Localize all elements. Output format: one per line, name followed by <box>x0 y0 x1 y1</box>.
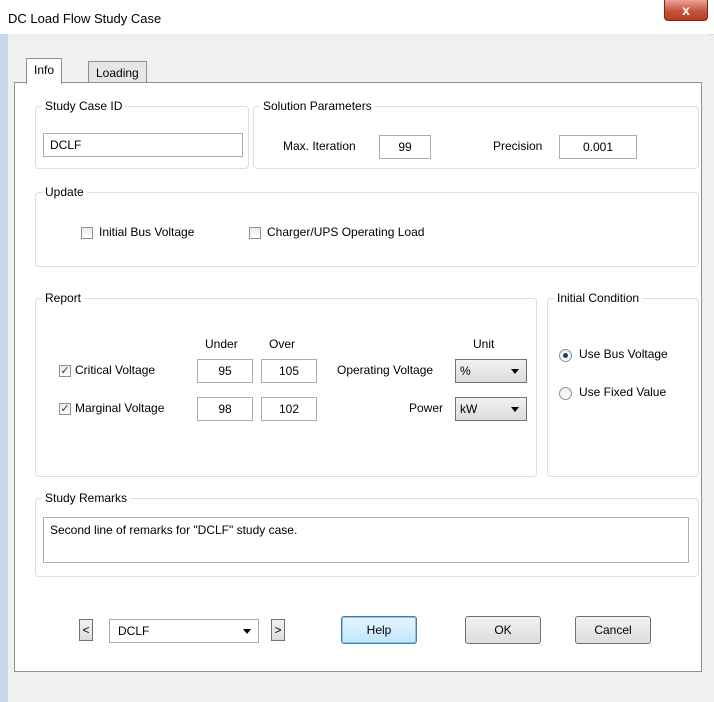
tab-loading[interactable]: Loading <box>88 61 147 84</box>
marginal-voltage-checkbox[interactable]: ✓ <box>59 403 71 415</box>
use-bus-voltage-radio[interactable] <box>559 349 572 362</box>
check-icon: ✓ <box>60 365 70 377</box>
operating-voltage-unit-value: % <box>460 364 471 378</box>
window-border <box>0 34 8 702</box>
max-iteration-input[interactable]: 99 <box>379 135 431 159</box>
power-unit-value: kW <box>460 402 478 416</box>
tab-info[interactable]: Info <box>26 58 63 84</box>
under-header: Under <box>205 337 238 351</box>
charger-ups-checkbox[interactable] <box>249 227 261 239</box>
use-bus-voltage-label: Use Bus Voltage <box>579 347 668 361</box>
title-bar: DC Load Flow Study Case x <box>0 0 714 35</box>
chevron-down-icon <box>511 369 519 374</box>
study-case-select-value: DCLF <box>118 624 150 638</box>
use-fixed-value-label: Use Fixed Value <box>579 385 667 399</box>
initial-bus-voltage-label: Initial Bus Voltage <box>99 225 195 239</box>
over-header: Over <box>269 337 296 351</box>
precision-label: Precision <box>493 139 543 153</box>
initial-condition-group: Initial Condition <box>547 291 699 477</box>
window-title: DC Load Flow Study Case <box>8 11 162 26</box>
use-fixed-value-radio[interactable] <box>559 387 572 400</box>
chevron-down-icon <box>511 407 519 412</box>
critical-voltage-label: Critical Voltage <box>75 363 156 377</box>
check-icon: ✓ <box>60 403 70 415</box>
radio-selected-dot <box>563 353 568 358</box>
marginal-over-input[interactable]: 102 <box>261 397 317 421</box>
max-iteration-label: Max. Iteration <box>283 139 356 153</box>
close-icon: x <box>682 2 690 18</box>
tab-panel-info: Study Case ID DCLF Solution Parameters M… <box>14 82 702 672</box>
operating-voltage-unit-select[interactable]: % <box>455 359 527 383</box>
marginal-under-input[interactable]: 98 <box>197 397 253 421</box>
initial-bus-voltage-checkbox[interactable] <box>81 227 93 239</box>
operating-voltage-label: Operating Voltage <box>337 363 434 377</box>
unit-header: Unit <box>473 337 495 351</box>
precision-input[interactable]: 0.001 <box>559 135 637 159</box>
study-case-id-input[interactable]: DCLF <box>43 133 243 157</box>
update-legend: Update <box>45 185 84 199</box>
cancel-button[interactable]: Cancel <box>575 616 651 644</box>
dialog-window: DC Load Flow Study Case x Info Loading S… <box>0 0 714 702</box>
study-case-id-legend: Study Case ID <box>45 99 123 113</box>
chevron-down-icon <box>243 629 251 634</box>
marginal-voltage-label: Marginal Voltage <box>75 401 165 415</box>
critical-voltage-checkbox[interactable]: ✓ <box>59 365 71 377</box>
critical-under-input[interactable]: 95 <box>197 359 253 383</box>
study-remarks-input[interactable]: Second line of remarks for "DCLF" study … <box>43 517 689 563</box>
charger-ups-label: Charger/UPS Operating Load <box>267 225 425 239</box>
report-group: Report <box>35 291 537 477</box>
power-label: Power <box>409 401 444 415</box>
previous-case-button[interactable]: < <box>79 619 93 641</box>
report-legend: Report <box>45 291 82 305</box>
next-case-button[interactable]: > <box>271 619 285 641</box>
critical-over-input[interactable]: 105 <box>261 359 317 383</box>
initial-condition-legend: Initial Condition <box>557 291 640 305</box>
power-unit-select[interactable]: kW <box>455 397 527 421</box>
study-case-select[interactable]: DCLF <box>109 619 259 643</box>
ok-button[interactable]: OK <box>465 616 541 644</box>
solution-parameters-legend: Solution Parameters <box>263 99 372 113</box>
help-button[interactable]: Help <box>341 616 417 644</box>
close-button[interactable]: x <box>664 0 708 21</box>
study-remarks-legend: Study Remarks <box>45 491 128 505</box>
